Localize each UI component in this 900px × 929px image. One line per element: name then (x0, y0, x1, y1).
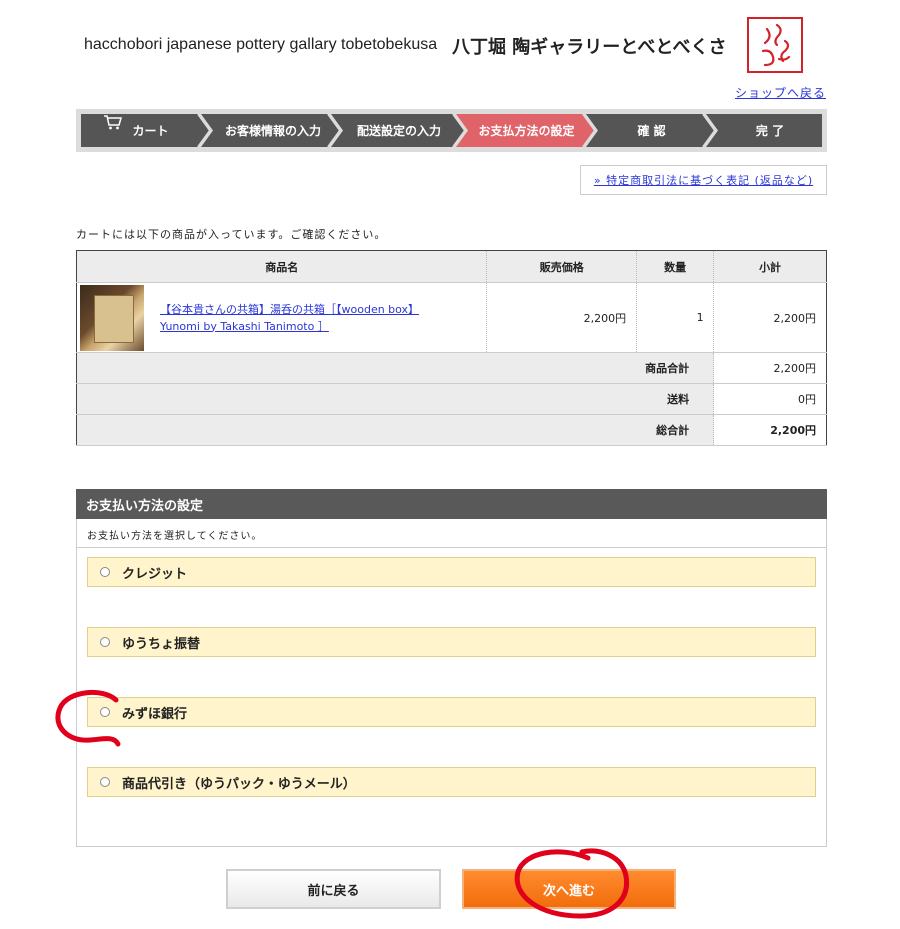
radio-button[interactable] (100, 707, 110, 717)
step-label: カート (132, 124, 169, 138)
payment-option-label: みずほ銀行 (122, 706, 188, 722)
grand-total-row: 総合計 2,200円 (76, 414, 827, 446)
item-qty: 1 (636, 282, 715, 353)
step-label: 配送設定の入力 (356, 124, 441, 138)
site-title-en: hacchobori japanese pottery gallary tobe… (84, 36, 438, 53)
col-header-subtotal: 小計 (713, 250, 827, 283)
table-row: 【谷本貴さんの共箱】湯呑の共箱［【wooden box】 Yunomi by T… (76, 282, 827, 353)
radio-button[interactable] (100, 637, 110, 647)
cart-table: 商品名 販売価格 数量 小計 【谷本貴さんの共箱】湯呑の共箱［【wooden b… (76, 250, 827, 446)
goods-total-value: 2,200円 (713, 352, 827, 384)
step-label: 完 了 (755, 124, 785, 138)
col-header-qty: 数量 (636, 250, 715, 283)
payment-option-label: ゆうちょ振替 (122, 636, 201, 652)
radio-button[interactable] (100, 567, 110, 577)
goods-total-row: 商品合計 2,200円 (76, 352, 827, 384)
step-complete: 完 了 (718, 114, 822, 147)
product-thumbnail[interactable] (80, 284, 144, 351)
payment-heading: お支払い方法の設定 (76, 489, 827, 519)
payment-option-cod[interactable]: 商品代引き（ゆうパック・ゆうメール） (87, 767, 816, 797)
step-payment-current: お支払方法の設定 (468, 114, 585, 147)
cart-icon (104, 115, 122, 130)
item-subtotal: 2,200円 (713, 282, 827, 353)
col-header-price: 販売価格 (486, 250, 638, 283)
shipping-value: 0円 (713, 383, 827, 415)
back-button[interactable]: 前に戻る (226, 869, 441, 909)
step-label: 確 認 (637, 124, 666, 138)
payment-option-credit[interactable]: クレジット (87, 557, 816, 587)
item-name-cell: 【谷本貴さんの共箱】湯呑の共箱［【wooden box】 Yunomi by T… (76, 282, 488, 353)
grand-total-label: 総合計 (76, 414, 715, 446)
item-price: 2,200円 (486, 282, 638, 353)
seal-logo-icon (747, 17, 803, 73)
next-button[interactable]: 次へ進む (462, 869, 676, 909)
cart-header-row: 商品名 販売価格 数量 小計 (76, 250, 827, 283)
goods-total-label: 商品合計 (76, 352, 715, 384)
step-label: お支払方法の設定 (478, 124, 575, 138)
site-title-jp: 八丁堀 陶ギャラリーとべとべくさ (452, 37, 727, 58)
step-confirm: 確 認 (598, 114, 705, 147)
payment-option-mizuho[interactable]: みずほ銀行 (87, 697, 816, 727)
radio-button[interactable] (100, 777, 110, 787)
product-name-line1: 【谷本貴さんの共箱】湯呑の共箱［【wooden box】 (160, 302, 420, 316)
grand-total-value: 2,200円 (713, 414, 827, 446)
step-cart: カート (103, 114, 198, 147)
payment-body: お支払い方法を選択してください。 クレジット ゆうちょ振替 みずほ銀行 商品代引… (76, 519, 827, 847)
payment-option-label: 商品代引き（ゆうパック・ゆうメール） (122, 776, 356, 792)
payment-note: お支払い方法を選択してください。 (87, 531, 263, 542)
step-label: お客様情報の入力 (224, 124, 321, 138)
legal-notice-link[interactable]: » 特定商取引法に基づく表記 (返品など) (594, 172, 813, 188)
step-shipping: 配送設定の入力 (343, 114, 455, 147)
step-customer-info: お客様情報の入力 (214, 114, 332, 147)
back-to-shop-link[interactable]: ショップへ戻る (735, 84, 826, 101)
shipping-label: 送料 (76, 383, 715, 415)
payment-option-yucho[interactable]: ゆうちょ振替 (87, 627, 816, 657)
legal-link-box: » 特定商取引法に基づく表記 (返品など) (580, 165, 827, 195)
product-link[interactable]: 【谷本貴さんの共箱】湯呑の共箱［【wooden box】 Yunomi by T… (160, 301, 419, 335)
payment-option-label: クレジット (122, 566, 188, 582)
checkout-steps: カート お客様情報の入力 配送設定の入力 お支払方法の設定 確 認 完 了 (76, 109, 827, 152)
col-header-name: 商品名 (76, 250, 488, 283)
cart-message: カートには以下の商品が入っています。ご確認ください。 (76, 228, 387, 241)
divider (77, 547, 826, 548)
product-name-line2: Yunomi by Takashi Tanimoto ］ (160, 319, 329, 333)
shipping-row: 送料 0円 (76, 383, 827, 415)
